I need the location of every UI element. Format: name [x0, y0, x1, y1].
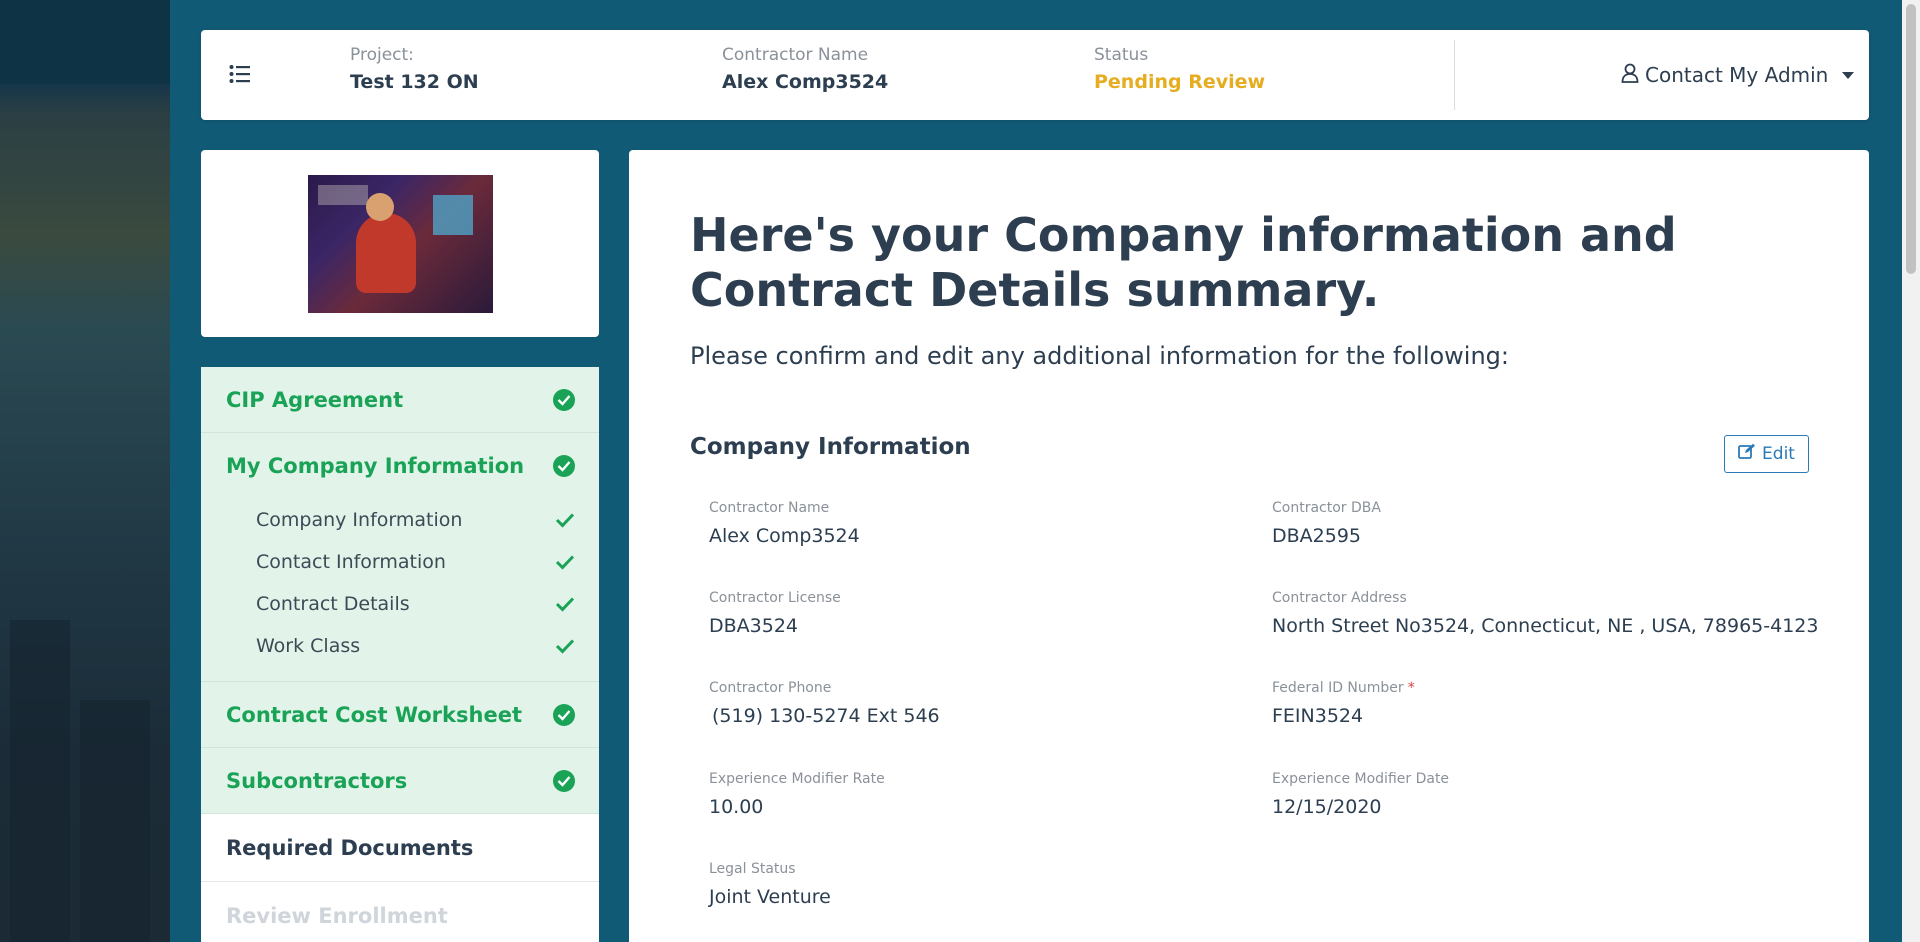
field-exp-mod-rate: Experience Modifier Rate 10.00 [709, 771, 885, 818]
caret-down-icon [1842, 71, 1855, 79]
section-title: Company Information [690, 434, 971, 460]
check-icon [555, 512, 575, 532]
scrollbar-thumb[interactable] [1906, 4, 1916, 274]
field-value: 10.00 [709, 796, 764, 818]
field-value: 12/15/2020 [1272, 796, 1382, 818]
contractor-name-label: Contractor Name [722, 45, 869, 65]
nav-subcontractors[interactable]: Subcontractors [201, 748, 599, 814]
check-icon [555, 596, 575, 616]
field-label: Federal ID Number [1272, 680, 1404, 696]
field-value: DBA3524 [709, 615, 799, 637]
field-legal-status: Legal Status Joint Venture [709, 861, 831, 908]
subnav-label: Contract Details [256, 593, 410, 615]
subnav-label: Contact Information [256, 551, 446, 573]
nav-label: Required Documents [226, 835, 474, 860]
subnav-label: Work Class [256, 635, 361, 657]
required-marker: * [1407, 680, 1415, 696]
field-label: Contractor Name [709, 500, 830, 516]
nav-group-my-company-information: My Company Information Company Informati… [201, 433, 599, 682]
field-value: FEIN3524 [1272, 705, 1364, 727]
project-value: Test 132 ON [350, 71, 479, 93]
field-label: Legal Status [709, 861, 796, 877]
edit-icon [1738, 443, 1756, 465]
contractor-name-value: Alex Comp3524 [722, 71, 889, 93]
nav-cip-agreement[interactable]: CIP Agreement [201, 367, 599, 433]
summary-card: Here's your Company information and Cont… [629, 150, 1869, 942]
subnav-company-information[interactable]: Company Information [201, 499, 599, 541]
page-title: Here's your Company information and Cont… [690, 208, 1677, 317]
field-label: Experience Modifier Rate [709, 771, 885, 787]
nav-label: My Company Information [226, 454, 525, 478]
field-value: Joint Venture [709, 886, 831, 908]
field-contractor-dba: Contractor DBA DBA2595 [1272, 500, 1381, 547]
nav-my-company-information[interactable]: My Company Information [201, 433, 599, 499]
company-logo-card [201, 150, 599, 337]
field-value: Alex Comp3524 [709, 525, 860, 547]
field-label: Contractor Phone [709, 680, 832, 696]
check-circle-icon [553, 388, 575, 411]
nav-label: Review Enrollment [226, 903, 448, 928]
check-circle-icon [553, 703, 575, 726]
field-value: DBA2595 [1272, 525, 1362, 547]
nav-label: Subcontractors [226, 768, 408, 793]
field-contractor-license: Contractor License DBA3524 [709, 590, 841, 637]
field-label: Contractor DBA [1272, 500, 1381, 516]
page-scrollbar[interactable] [1902, 0, 1920, 942]
company-logo-image [308, 175, 493, 313]
field-exp-mod-date: Experience Modifier Date 12/15/2020 [1272, 771, 1449, 818]
user-icon [1621, 63, 1639, 88]
list-menu-icon[interactable] [229, 64, 251, 84]
check-icon [555, 554, 575, 574]
field-label: Contractor Address [1272, 590, 1407, 606]
status-field: Status Pending Review [1094, 45, 1265, 93]
field-value: (519) 130-5274 Ext 546 [712, 705, 940, 727]
field-label: Experience Modifier Date [1272, 771, 1450, 787]
status-value: Pending Review [1094, 71, 1266, 93]
nav-label: CIP Agreement [226, 387, 404, 412]
check-circle-icon [553, 769, 575, 792]
nav-review-enrollment: Review Enrollment [201, 882, 599, 942]
background-photo [0, 0, 170, 942]
subnav-contact-information[interactable]: Contact Information [201, 541, 599, 583]
field-value: North Street No3524, Connecticut, NE , U… [1272, 615, 1819, 637]
field-contractor-address: Contractor Address North Street No3524, … [1272, 590, 1818, 637]
nav-required-documents[interactable]: Required Documents [201, 814, 599, 882]
nav-contract-cost-worksheet[interactable]: Contract Cost Worksheet [201, 682, 599, 748]
status-label: Status [1094, 45, 1149, 65]
edit-label: Edit [1762, 444, 1795, 464]
subnav-label: Company Information [256, 509, 463, 531]
nav-label: Contract Cost Worksheet [226, 702, 522, 727]
enrollment-steps-nav: CIP Agreement My Company Information Com… [201, 367, 599, 942]
header-divider [1454, 40, 1455, 110]
subnav-work-class[interactable]: Work Class [201, 625, 599, 667]
contractor-name-field: Contractor Name Alex Comp3524 [722, 45, 888, 93]
contact-my-admin-dropdown[interactable]: Contact My Admin [1621, 58, 1855, 92]
project-label: Project: [350, 45, 414, 65]
field-federal-id: Federal ID Number * FEIN3524 [1272, 680, 1415, 727]
subnav-contract-details[interactable]: Contract Details [201, 583, 599, 625]
check-icon [555, 638, 575, 658]
field-label: Contractor License [709, 590, 841, 606]
check-circle-icon [553, 455, 575, 477]
project-field: Project: Test 132 ON [350, 45, 479, 93]
contact-my-admin-label: Contact My Admin [1645, 63, 1829, 87]
field-label-row: Federal ID Number * [1272, 680, 1415, 696]
field-contractor-phone: Contractor Phone (519) 130-5274 Ext 546 [709, 680, 940, 727]
page-subtitle: Please confirm and edit any additional i… [690, 342, 1509, 370]
edit-company-info-button[interactable]: Edit [1724, 435, 1809, 473]
top-header-bar: Project: Test 132 ON Contractor Name Ale… [201, 30, 1869, 120]
field-contractor-name: Contractor Name Alex Comp3524 [709, 500, 860, 547]
